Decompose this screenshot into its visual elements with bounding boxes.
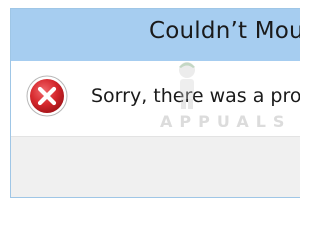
dialog-titlebar[interactable]: Couldn’t Mou bbox=[11, 9, 300, 61]
dialog-title: Couldn’t Mou bbox=[149, 18, 300, 44]
watermark-text: APPUALS bbox=[160, 112, 292, 131]
watermark-mascot-icon bbox=[179, 62, 195, 109]
screen: Couldn’t Mou Sorry, there was a probl AP… bbox=[0, 0, 300, 210]
error-dialog: Couldn’t Mou Sorry, there was a probl bbox=[10, 8, 300, 198]
error-icon bbox=[26, 75, 68, 117]
dialog-footer bbox=[11, 136, 300, 197]
